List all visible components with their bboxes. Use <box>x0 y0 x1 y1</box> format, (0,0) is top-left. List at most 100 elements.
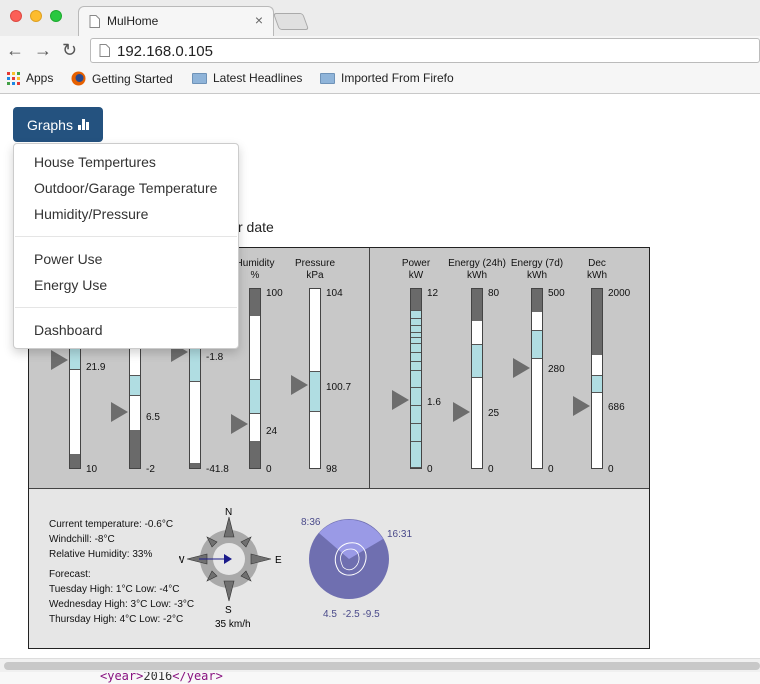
forecast-day-3: Thursday High: 4°C Low: -2°C <box>49 614 184 625</box>
forecast-label: Forecast: <box>49 569 91 580</box>
gauge-header: Pressure kPa <box>280 258 350 282</box>
tab-close-icon[interactable]: × <box>255 12 263 28</box>
menu-item-dashboard[interactable]: Dashboard <box>34 322 103 338</box>
horizontal-scrollbar[interactable] <box>0 658 760 672</box>
gauge-pointer-icon <box>291 375 308 395</box>
gauge-segment <box>250 315 260 379</box>
gauge-pointer-icon <box>392 390 409 410</box>
compass-e: E <box>275 555 282 566</box>
gauge-segment <box>70 369 80 454</box>
gauge-tick-label: 0 <box>427 464 433 475</box>
date-text: r date <box>238 219 274 235</box>
gauge-bar <box>591 288 603 469</box>
forecast-day-1: Tuesday High: 1°C Low: -4°C <box>49 584 180 595</box>
gauge-segment <box>532 289 542 313</box>
gauge-segment <box>592 289 602 356</box>
gauge-segment <box>70 453 80 468</box>
vertical-divider <box>369 248 370 488</box>
gauge-segment <box>310 289 320 372</box>
gauge-pointer-icon <box>453 402 470 422</box>
gauge-unit: kW <box>408 270 424 281</box>
gauge-bar <box>471 288 483 469</box>
bookmark-imported-from-firefox[interactable]: Imported From Firefo <box>320 71 456 85</box>
wind-compass: N E S W 35 km/h <box>179 507 282 629</box>
gauge-tick-label: 0 <box>488 464 494 475</box>
gauge-gridline <box>411 342 421 344</box>
gauge-gridline <box>411 351 421 353</box>
menu-item-humidity-pressure[interactable]: Humidity/Pressure <box>34 206 148 222</box>
gauge-segment <box>310 412 320 468</box>
xml-source-line: <year>2016</year> <box>0 672 760 684</box>
minimize-window-icon[interactable] <box>30 10 42 22</box>
gauge-tick-label: 21.9 <box>86 362 106 373</box>
forecast-day-2: Wednesday High: 3°C Low: -3°C <box>49 599 195 610</box>
sunrise-time: 8:36 <box>301 517 321 528</box>
gauge-tick-label: 2000 <box>608 288 631 299</box>
gauge-tick-label: -1.8 <box>206 352 224 363</box>
gauge-gridline <box>411 369 421 371</box>
address-bar[interactable]: 192.168.0.105 <box>90 38 760 63</box>
bookmark-label: Getting Started <box>92 71 173 86</box>
gauge-gridline <box>411 331 421 333</box>
gauge-tick-label: -41.8 <box>206 464 229 475</box>
gauge-segment <box>472 321 482 345</box>
gauge-segment <box>310 371 320 413</box>
page-icon <box>99 44 110 57</box>
gauge-segment <box>250 289 260 316</box>
gauge-tick-label: 0 <box>548 464 554 475</box>
graphs-dropdown-menu: House Tempertures Outdoor/Garage Tempera… <box>13 143 239 349</box>
scrollbar-thumb[interactable] <box>4 662 760 670</box>
reload-icon[interactable]: ↻ <box>62 40 77 60</box>
gauge-bar <box>309 288 321 469</box>
folder-icon <box>192 72 207 84</box>
current-temperature: Current temperature: -0.6°C <box>49 519 174 530</box>
menu-item-power-use[interactable]: Power Use <box>34 251 102 267</box>
gauge-tick-label: 6.5 <box>146 412 160 423</box>
gauge-label: Power <box>401 258 431 269</box>
gauge-unit: kWh <box>587 270 607 281</box>
menu-item-energy-use[interactable]: Energy Use <box>34 277 107 293</box>
gauge-segment <box>592 355 602 375</box>
weather-area: Current temperature: -0.6°C Windchill: -… <box>29 489 649 648</box>
gauge-segment <box>592 392 602 468</box>
menu-item-house-temperatures[interactable]: House Tempertures <box>34 154 156 170</box>
gauge-gridline <box>411 324 421 326</box>
back-icon[interactable]: ← <box>6 40 24 60</box>
relative-humidity: Relative Humidity: 33% <box>49 549 153 560</box>
gauge-segment <box>130 430 140 468</box>
forward-icon[interactable]: → <box>34 40 52 60</box>
gauge-segment <box>250 441 260 468</box>
gauge-pointer-icon <box>231 414 248 434</box>
gauge-segment <box>130 396 140 431</box>
gauge-gridline <box>411 387 421 389</box>
page-icon <box>89 15 100 28</box>
gauge-segment <box>130 374 140 397</box>
xml-value: 2016 <box>143 672 173 683</box>
bookmark-getting-started[interactable]: Getting Started <box>71 71 173 86</box>
xml-open-tag: <year> <box>100 672 144 683</box>
gauge-segment <box>532 358 542 468</box>
gauge-segment <box>472 289 482 322</box>
apps-grid-icon <box>7 71 20 85</box>
gauge-gridline <box>411 441 421 443</box>
compass-n: N <box>225 507 232 518</box>
gauge-bar <box>410 288 422 469</box>
menu-item-outdoor-garage-temperature[interactable]: Outdoor/Garage Temperature <box>34 180 217 196</box>
graphs-button[interactable]: Graphs <box>13 107 103 142</box>
gauge-segment <box>472 378 482 468</box>
gauge-tick-label: 98 <box>326 464 338 475</box>
browser-chrome: MulHome × ← → ↻ 192.168.0.105 Apps Getti… <box>0 0 760 94</box>
gauge-segment <box>532 330 542 359</box>
browser-tab[interactable]: MulHome × <box>78 6 274 36</box>
gauge-tick-label: 24 <box>266 426 278 437</box>
zoom-window-icon[interactable] <box>50 10 62 22</box>
gauge-bar <box>531 288 543 469</box>
address-text: 192.168.0.105 <box>117 43 213 60</box>
new-tab-button[interactable] <box>272 13 310 30</box>
gauge-tick-label: 12 <box>427 288 439 299</box>
gauge-tick-label: 280 <box>548 364 565 375</box>
bookmark-latest-headlines[interactable]: Latest Headlines <box>192 71 302 85</box>
close-window-icon[interactable] <box>10 10 22 22</box>
gauge-segment <box>250 378 260 415</box>
bookmark-apps[interactable]: Apps <box>7 71 53 85</box>
